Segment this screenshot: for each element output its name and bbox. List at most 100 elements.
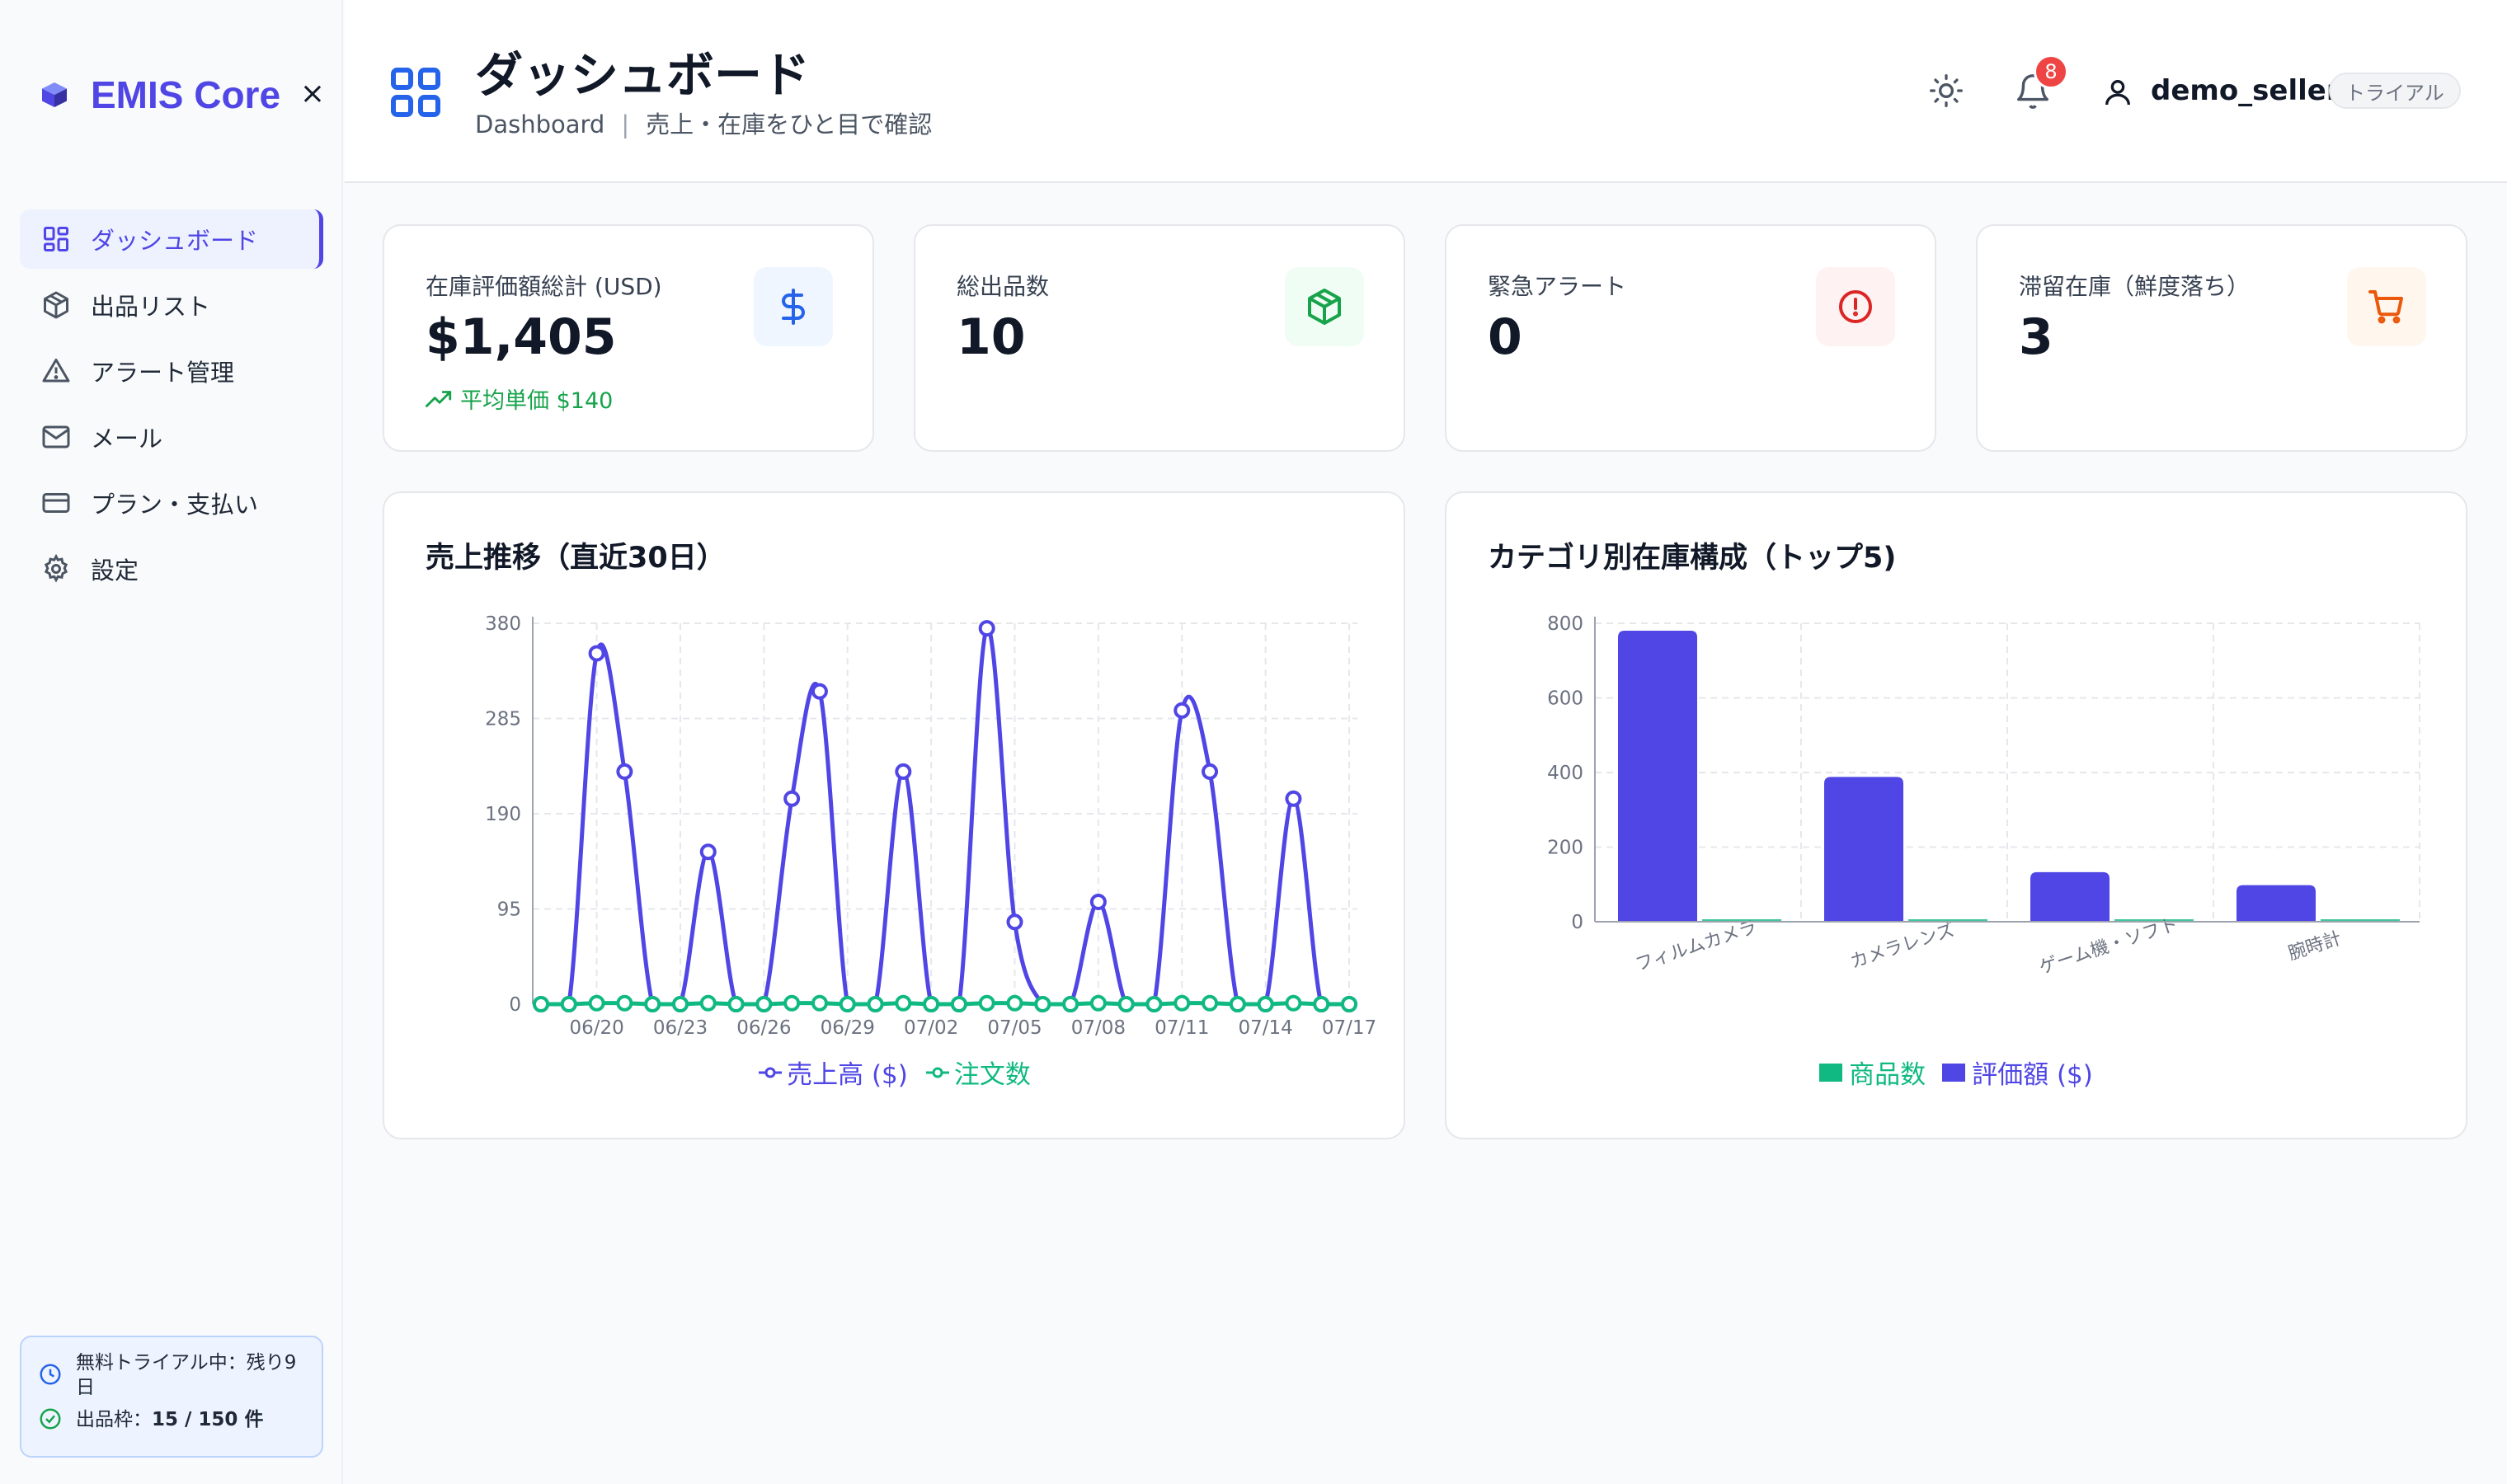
data-point <box>978 994 995 1012</box>
y-tick-label: 800 <box>1547 613 1583 635</box>
data-point <box>1285 994 1302 1012</box>
data-point <box>1145 996 1163 1012</box>
x-tick-label: 07/08 <box>1071 1017 1126 1039</box>
sidebar-item-label: メール <box>91 425 163 453</box>
stat-card-urgent-alerts: 緊急アラート 0 <box>1445 224 1936 452</box>
legend-swatch <box>1942 1063 1966 1082</box>
data-point <box>978 620 995 637</box>
data-point <box>588 645 605 662</box>
sales-trend-card: 売上推移（直近30日） 0 95 190 285 380 06/20 06/23 06/26 0… <box>383 491 1405 1139</box>
y-tick-label: 190 <box>485 804 521 825</box>
legend-label: 注文数 <box>953 1060 1031 1090</box>
stat-card-inventory-value: 在庫評価額総計 (USD) $1,405 平均単価 $140 <box>383 224 874 452</box>
data-point <box>1089 893 1107 910</box>
trending-up-icon <box>426 390 452 407</box>
data-point <box>560 996 577 1012</box>
bar-value <box>2030 871 2110 922</box>
trial-remaining-text: 無料トライアル中：残り9日 <box>76 1352 297 1398</box>
theme-toggle-sun-icon[interactable] <box>1928 73 1964 109</box>
stat-average-price: 平均単価 $140 <box>426 383 613 415</box>
legend-line-marker-icon <box>759 1067 783 1078</box>
chart-legend: 商品数 評価額 ($) <box>1446 1054 2466 1091</box>
stat-label: 在庫評価額総計 (USD) <box>426 273 662 300</box>
package-icon <box>1285 267 1364 346</box>
sidebar-item-listings[interactable]: 出品リスト <box>20 275 323 335</box>
sidebar-item-settings[interactable]: 設定 <box>20 539 323 599</box>
legend-item-sales[interactable]: 売上高 ($) <box>757 1054 908 1091</box>
listing-quota-value: 15 / 150 件 <box>152 1409 264 1430</box>
sidebar-item-alerts[interactable]: アラート管理 <box>20 341 323 401</box>
stat-value: $1,405 <box>426 308 617 366</box>
data-point <box>1285 790 1302 807</box>
sidebar-item-dashboard[interactable]: ダッシュボード <box>20 209 323 269</box>
legend-label: 売上高 ($) <box>787 1060 908 1090</box>
legend-item-value[interactable]: 評価額 ($) <box>1942 1054 2093 1091</box>
data-point <box>616 763 633 780</box>
user-icon[interactable] <box>2101 76 2134 109</box>
sidebar-close-button[interactable]: × <box>300 74 325 114</box>
x-tick-label: 06/20 <box>569 1017 623 1039</box>
notification-count-badge: 8 <box>2034 54 2068 89</box>
stat-card-total-listings: 総出品数 10 <box>914 224 1405 452</box>
page-subtitle: Dashboard | 売上・在庫をひと目で確認 <box>475 106 932 140</box>
data-point <box>699 843 717 861</box>
alert-circle-icon <box>1816 267 1895 346</box>
data-point <box>783 994 801 1012</box>
page-subtitle-en: Dashboard <box>475 110 605 139</box>
stat-value: 10 <box>957 308 1026 366</box>
data-point <box>811 994 828 1012</box>
x-tick-label: 06/23 <box>653 1017 708 1039</box>
series-line <box>541 626 1349 1007</box>
x-tick-label: 06/29 <box>821 1017 875 1039</box>
data-point <box>1313 996 1330 1012</box>
listing-quota: 出品枠： 15 / 150 件 <box>38 1407 305 1433</box>
username[interactable]: demo_seller <box>2151 74 2340 107</box>
y-tick-label: 95 <box>497 899 521 921</box>
brand[interactable]: EMIS Core × <box>36 66 325 124</box>
data-point <box>783 790 801 807</box>
data-point <box>755 996 773 1012</box>
x-tick-label: 07/14 <box>1238 1017 1292 1039</box>
legend-line-marker-icon <box>925 1067 949 1078</box>
y-tick-label: 600 <box>1547 688 1583 710</box>
y-tick-label: 380 <box>485 613 521 635</box>
legend-item-count[interactable]: 商品数 <box>1819 1054 1926 1091</box>
data-point <box>671 996 689 1012</box>
data-point <box>616 994 633 1012</box>
mail-icon <box>40 420 73 453</box>
y-tick-label: 0 <box>1571 912 1583 933</box>
bar-value <box>1824 777 1903 922</box>
stat-label: 滞留在庫（鮮度落ち） <box>2019 273 2251 300</box>
data-point <box>1117 996 1135 1012</box>
x-tick-label: カメラレンズ <box>1848 920 1958 973</box>
listing-quota-label: 出品枠： <box>76 1409 152 1430</box>
trial-remaining: 無料トライアル中：残り9日 <box>38 1350 305 1400</box>
plan-badge: トライアル <box>2329 73 2461 109</box>
data-point <box>699 994 717 1012</box>
sidebar: EMIS Core × ダッシュボード 出品リスト アラート管理 メール プラン… <box>0 0 343 1484</box>
sidebar-item-billing[interactable]: プラン・支払い <box>20 473 323 533</box>
legend-swatch <box>1819 1063 1843 1082</box>
sidebar-item-mail[interactable]: メール <box>20 407 323 467</box>
check-circle-icon <box>38 1407 64 1433</box>
data-point <box>644 996 661 1012</box>
dashboard-icon <box>386 63 445 122</box>
legend-item-orders[interactable]: 注文数 <box>924 1054 1031 1091</box>
cart-icon <box>2347 267 2426 346</box>
bar-value <box>1618 631 1697 922</box>
box-icon <box>40 289 73 322</box>
stat-label: 緊急アラート <box>1488 273 1627 300</box>
stat-value: 0 <box>1488 308 1522 366</box>
page-title: ダッシュボード <box>475 47 811 103</box>
data-point <box>867 996 884 1012</box>
data-point <box>533 996 549 1012</box>
data-point <box>839 996 856 1012</box>
data-point <box>1202 763 1219 780</box>
y-tick-label: 200 <box>1547 838 1583 859</box>
sidebar-item-label: アラート管理 <box>91 359 235 387</box>
subtitle-separator: | <box>621 110 630 139</box>
stat-label: 総出品数 <box>957 273 1050 300</box>
stat-sub-text: 平均単価 $140 <box>460 388 614 414</box>
clock-icon <box>38 1362 64 1388</box>
data-point <box>1006 913 1023 931</box>
